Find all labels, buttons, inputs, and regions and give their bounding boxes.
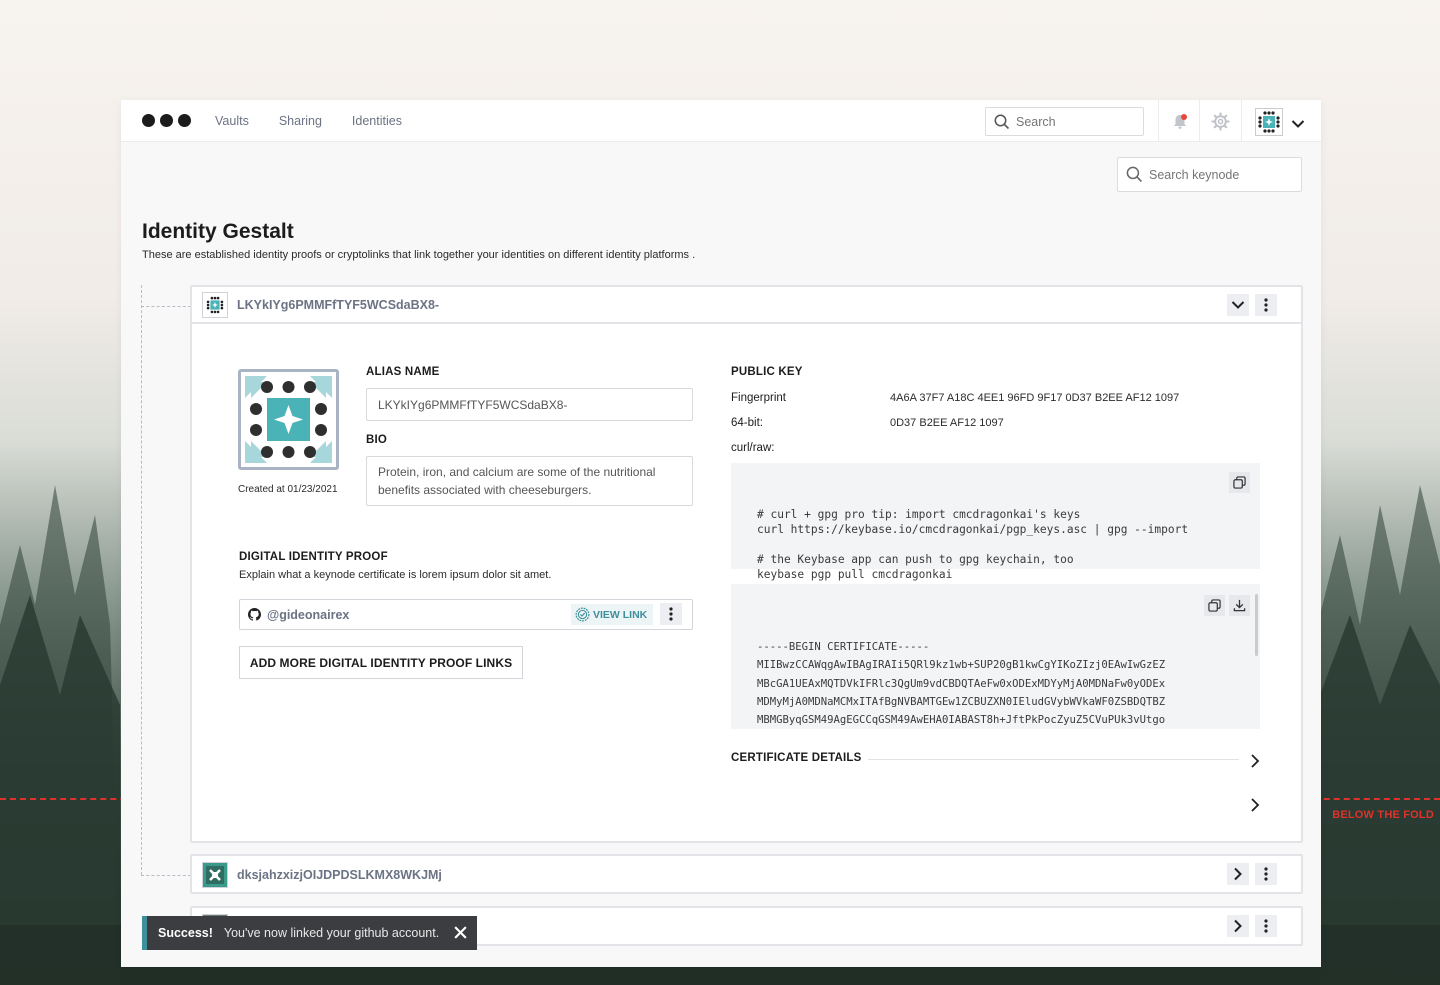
more-vertical-icon — [669, 607, 673, 621]
identity-avatar-icon — [202, 861, 228, 888]
page-title: Identity Gestalt — [142, 220, 294, 243]
app-window: Vaults Sharing Identities Identity Gesta… — [121, 100, 1321, 967]
bit64-label: 64-bit: — [731, 417, 763, 429]
download-icon — [1233, 599, 1246, 612]
scrollbar[interactable] — [1255, 594, 1258, 656]
collapse-button[interactable] — [1227, 294, 1249, 316]
top-bar: Vaults Sharing Identities — [121, 100, 1321, 142]
identity-large-avatar — [238, 369, 339, 470]
view-link-label: VIEW LINK — [593, 608, 648, 621]
chevron-right-icon — [1234, 919, 1242, 933]
certificate-details-label: CERTIFICATE DETAILS — [731, 752, 862, 764]
identity-card-header[interactable]: dksjahzxizjOIJDPDSLKMX8WKJMj — [192, 856, 1301, 893]
copy-icon — [1233, 476, 1246, 489]
identity-card: LKYkIYg6PMMFfTYF5WCSdaBX8- Created at 01… — [190, 285, 1303, 843]
tree-line — [141, 285, 142, 875]
divider — [1158, 100, 1159, 142]
search-icon — [994, 114, 1010, 129]
main-nav: Vaults Sharing Identities — [215, 114, 432, 128]
copy-icon — [1208, 599, 1221, 612]
more-options-button[interactable] — [1255, 294, 1277, 316]
nav-vaults[interactable]: Vaults — [215, 114, 249, 128]
keynode-search-input[interactable] — [1149, 167, 1299, 182]
chevron-right-icon — [1234, 867, 1242, 881]
certificate-block[interactable]: -----BEGIN CERTIFICATE----- MIIBwzCCAWqg… — [731, 584, 1260, 729]
search-icon — [1126, 166, 1142, 182]
nav-sharing[interactable]: Sharing — [279, 114, 322, 128]
more-vertical-icon — [1264, 867, 1268, 881]
alias-name-field[interactable]: LKYkIYg6PMMFfTYF5WCSdaBX8- — [366, 388, 693, 421]
top-search-input[interactable] — [1016, 114, 1136, 129]
identity-id: LKYkIYg6PMMFfTYF5WCSdaBX8- — [237, 297, 440, 312]
copy-button[interactable] — [1229, 472, 1250, 493]
proof-link-row: @gideonairex VIEW LINK — [239, 599, 693, 630]
github-icon — [248, 608, 261, 621]
close-icon[interactable] — [453, 925, 468, 940]
created-date: Created at 01/23/2021 — [238, 484, 338, 495]
identity-card-header[interactable]: LKYkIYg6PMMFfTYF5WCSdaBX8- — [192, 287, 1301, 324]
nav-identities[interactable]: Identities — [352, 114, 402, 128]
more-vertical-icon — [1264, 298, 1268, 312]
bit64-value: 0D37 B2EE AF12 1097 — [890, 417, 1004, 429]
keynode-search-box — [1117, 157, 1302, 192]
alias-label: ALIAS NAME — [366, 366, 440, 378]
verified-icon — [575, 607, 590, 622]
logo[interactable] — [142, 114, 191, 127]
view-link-button[interactable]: VIEW LINK — [571, 604, 654, 625]
certificate-text: -----BEGIN CERTIFICATE----- MIIBwzCCAWqg… — [757, 640, 1166, 727]
bio-field[interactable]: Protein, iron, and calcium are some of t… — [366, 456, 693, 506]
fingerprint-value: 4A6A 37F7 A18C 4EE1 96FD 9F17 0D37 B2EE … — [890, 392, 1180, 404]
tree-branch — [141, 306, 191, 307]
identity-avatar-icon — [202, 291, 228, 318]
more-options-button[interactable] — [1255, 915, 1277, 937]
chevron-right-icon[interactable] — [1250, 753, 1260, 769]
copy-button[interactable] — [1204, 595, 1225, 616]
chevron-down-icon — [1231, 301, 1245, 309]
success-toast: Success! You've now linked your github a… — [142, 916, 477, 950]
proof-description: Explain what a keynode certificate is lo… — [239, 569, 552, 581]
user-avatar[interactable] — [1255, 108, 1283, 136]
more-options-button[interactable] — [1255, 863, 1277, 885]
download-button[interactable] — [1229, 595, 1250, 616]
expand-button[interactable] — [1227, 915, 1249, 937]
fingerprint-label: Fingerprint — [731, 392, 786, 404]
divider — [1241, 100, 1242, 142]
curl-code-block: # curl + gpg pro tip: import cmcdragonka… — [731, 463, 1260, 581]
add-proof-links-button[interactable]: ADD MORE DIGITAL IDENTITY PROOF LINKS — [239, 646, 523, 679]
proof-label: DIGITAL IDENTITY PROOF — [239, 551, 388, 563]
top-search-box — [985, 107, 1144, 136]
page-subtitle: These are established identity proofs or… — [142, 249, 696, 261]
bell-icon[interactable] — [1171, 113, 1189, 136]
toast-message: You've now linked your github account. — [223, 926, 440, 940]
public-key-label: PUBLIC KEY — [731, 366, 803, 378]
fold-label: BELOW THE FOLD — [1332, 809, 1434, 821]
curl-code: # curl + gpg pro tip: import cmcdragonka… — [757, 508, 1189, 581]
gear-icon[interactable] — [1211, 112, 1230, 136]
identity-card: dksjahzxizjOIJDPDSLKMX8WKJMj — [190, 854, 1303, 894]
proof-handle: @gideonairex — [267, 607, 350, 622]
chevron-right-icon[interactable] — [1250, 797, 1260, 813]
identity-id: dksjahzxizjOIJDPDSLKMX8WKJMj — [237, 867, 442, 882]
curl-label: curl/raw: — [731, 442, 775, 454]
bio-label: BIO — [366, 434, 388, 446]
divider — [868, 759, 1239, 760]
proof-more-button[interactable] — [660, 603, 682, 625]
tree-branch — [141, 875, 191, 876]
divider — [1199, 100, 1200, 142]
expand-button[interactable] — [1227, 863, 1249, 885]
chevron-down-icon[interactable] — [1291, 116, 1305, 134]
more-vertical-icon — [1264, 919, 1268, 933]
toast-title: Success! — [158, 926, 213, 940]
